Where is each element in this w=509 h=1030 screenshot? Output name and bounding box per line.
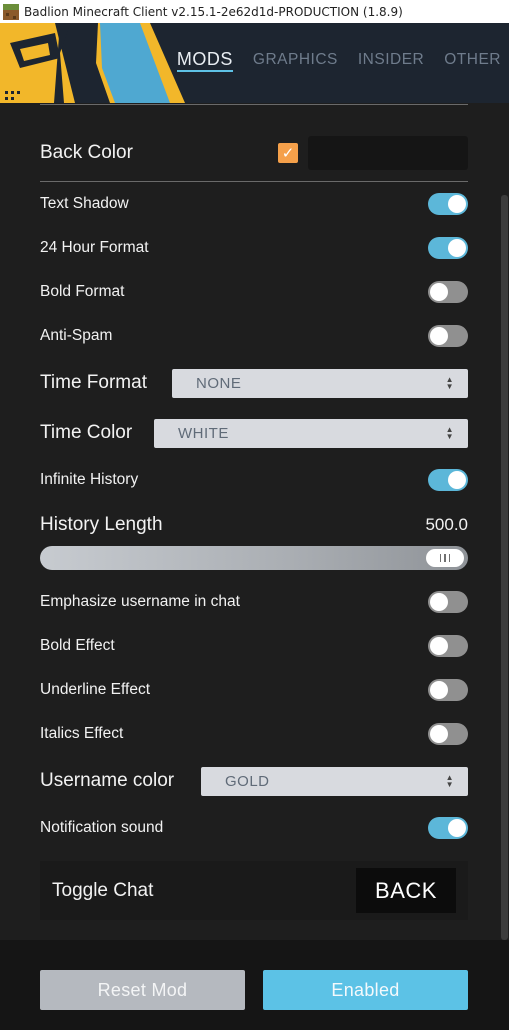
hour24-toggle[interactable] (428, 237, 468, 259)
toggle-chat-row: Toggle Chat BACK (40, 861, 468, 920)
history-length-slider[interactable] (40, 546, 468, 570)
divider-back-color (40, 181, 468, 182)
italics-effect-label: Italics Effect (40, 725, 124, 742)
reset-mod-button[interactable]: Reset Mod (40, 970, 245, 1010)
underline-effect-toggle[interactable] (428, 679, 468, 701)
back-color-row: Back Color ✓ (40, 135, 468, 171)
toggle-chat-keybind-button[interactable]: BACK (356, 868, 456, 913)
divider-top (40, 104, 468, 105)
settings-scrollbar[interactable] (501, 195, 508, 940)
infinite-history-label: Infinite History (40, 471, 139, 488)
select-arrows-icon: ▲ ▼ (445, 773, 454, 789)
hour24-label: 24 Hour Format (40, 239, 149, 256)
bold-format-row: Bold Format (40, 281, 468, 303)
infinite-history-row: Infinite History (40, 469, 468, 491)
back-color-checkbox[interactable]: ✓ (278, 143, 298, 163)
username-color-row: Username color GOLD ▲ ▼ (40, 766, 468, 796)
infinite-history-toggle[interactable] (428, 469, 468, 491)
text-shadow-toggle[interactable] (428, 193, 468, 215)
time-format-row: Time Format NONE ▲ ▼ (40, 368, 468, 398)
emphasize-username-label: Emphasize username in chat (40, 593, 240, 610)
back-color-label: Back Color (40, 142, 133, 163)
notification-sound-toggle[interactable] (428, 817, 468, 839)
underline-effect-row: Underline Effect (40, 679, 468, 701)
text-shadow-label: Text Shadow (40, 195, 129, 212)
bold-effect-label: Bold Effect (40, 637, 115, 654)
bold-format-toggle[interactable] (428, 281, 468, 303)
bold-effect-row: Bold Effect (40, 635, 468, 657)
history-length-row: History Length 500.0 (40, 512, 468, 538)
window-titlebar: Badlion Minecraft Client v2.15.1-2e62d1d… (0, 0, 509, 23)
time-color-label: Time Color (40, 422, 133, 443)
enabled-button[interactable]: Enabled (263, 970, 468, 1010)
username-color-value: GOLD (225, 772, 270, 790)
time-format-select[interactable]: NONE ▲ ▼ (172, 368, 468, 398)
back-color-swatch[interactable] (308, 136, 468, 170)
history-length-label: History Length (40, 514, 163, 535)
bold-effect-toggle[interactable] (428, 635, 468, 657)
history-length-value: 500.0 (425, 515, 468, 534)
tab-insider[interactable]: INSIDER (358, 51, 424, 72)
select-arrows-icon: ▲ ▼ (445, 375, 454, 391)
anti-spam-toggle[interactable] (428, 325, 468, 347)
time-format-label: Time Format (40, 372, 147, 393)
header: MODS GRAPHICS INSIDER OTHER (0, 23, 509, 103)
emphasize-username-toggle[interactable] (428, 591, 468, 613)
select-arrows-icon: ▲ ▼ (445, 425, 454, 441)
time-color-row: Time Color WHITE ▲ ▼ (40, 418, 468, 448)
username-color-label: Username color (40, 770, 175, 791)
anti-spam-row: Anti-Spam (40, 325, 468, 347)
emphasize-username-row: Emphasize username in chat (40, 591, 468, 613)
anti-spam-label: Anti-Spam (40, 327, 113, 344)
main-nav: MODS GRAPHICS INSIDER OTHER (165, 49, 509, 72)
time-color-value: WHITE (178, 424, 229, 442)
tab-other[interactable]: OTHER (444, 51, 501, 72)
tab-mods[interactable]: MODS (176, 49, 233, 72)
time-format-value: NONE (196, 374, 242, 392)
underline-effect-label: Underline Effect (40, 681, 150, 698)
notification-sound-label: Notification sound (40, 819, 164, 836)
minecraft-grass-block-icon (3, 3, 19, 20)
toggle-chat-label: Toggle Chat (52, 879, 154, 901)
username-color-select[interactable]: GOLD ▲ ▼ (201, 766, 468, 796)
notification-sound-row: Notification sound (40, 817, 468, 839)
text-shadow-row: Text Shadow (40, 193, 468, 215)
tab-graphics[interactable]: GRAPHICS (253, 51, 338, 72)
time-color-select[interactable]: WHITE ▲ ▼ (154, 418, 468, 448)
checkmark-icon: ✓ (281, 145, 295, 162)
bold-format-label: Bold Format (40, 283, 125, 300)
italics-effect-toggle[interactable] (428, 723, 468, 745)
slider-handle[interactable] (426, 549, 464, 567)
italics-effect-row: Italics Effect (40, 723, 468, 745)
hour24-row: 24 Hour Format (40, 237, 468, 259)
window-title: Badlion Minecraft Client v2.15.1-2e62d1d… (24, 4, 403, 19)
